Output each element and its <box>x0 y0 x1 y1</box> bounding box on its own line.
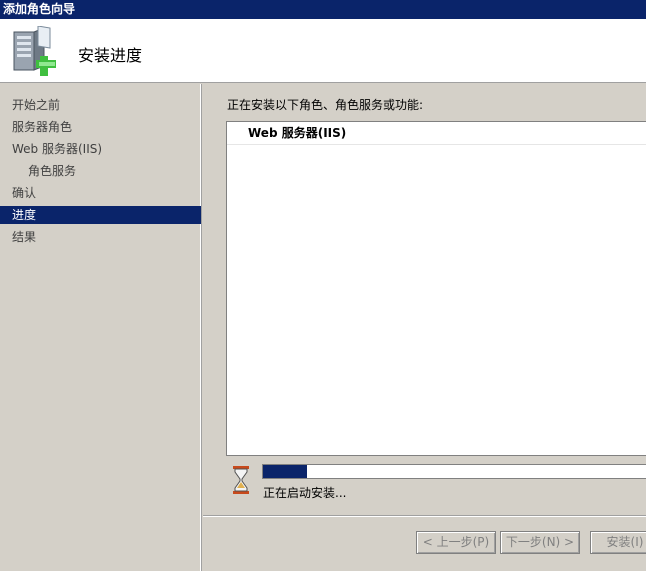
hourglass-icon <box>233 466 249 494</box>
window-title: 添加角色向导 <box>0 0 646 19</box>
sidebar-item-server-roles[interactable]: 服务器角色 <box>0 118 201 136</box>
sidebar-item-results[interactable]: 结果 <box>0 228 201 246</box>
status-text: 正在启动安装... <box>263 486 347 500</box>
server-add-icon <box>13 26 56 76</box>
page-title: 安装进度 <box>78 46 143 65</box>
sidebar-item-web-server-iis[interactable]: Web 服务器(IIS) <box>0 140 201 158</box>
sidebar-item-confirmation[interactable]: 确认 <box>0 184 201 202</box>
sidebar-item-role-services[interactable]: 角色服务 <box>0 162 201 180</box>
next-button[interactable]: 下一步(N) > <box>500 531 580 554</box>
wizard-header: 安装进度 <box>0 19 646 83</box>
install-progress-bar <box>262 464 646 479</box>
sidebar-item-before-you-begin[interactable]: 开始之前 <box>0 96 201 114</box>
wizard-steps-sidebar: 开始之前 服务器角色 Web 服务器(IIS) 角色服务 确认 进度 结果 <box>0 84 201 571</box>
previous-button[interactable]: < 上一步(P) <box>416 531 496 554</box>
sidebar-divider <box>201 84 202 571</box>
sidebar-item-progress[interactable]: 进度 <box>0 206 201 224</box>
installing-items-list[interactable]: Web 服务器(IIS) <box>226 121 646 456</box>
install-button[interactable]: 安装(I) <box>590 531 646 554</box>
installing-label: 正在安装以下角色、角色服务或功能: <box>227 98 424 112</box>
progress-fill <box>263 465 307 478</box>
list-item: Web 服务器(IIS) <box>227 122 646 145</box>
